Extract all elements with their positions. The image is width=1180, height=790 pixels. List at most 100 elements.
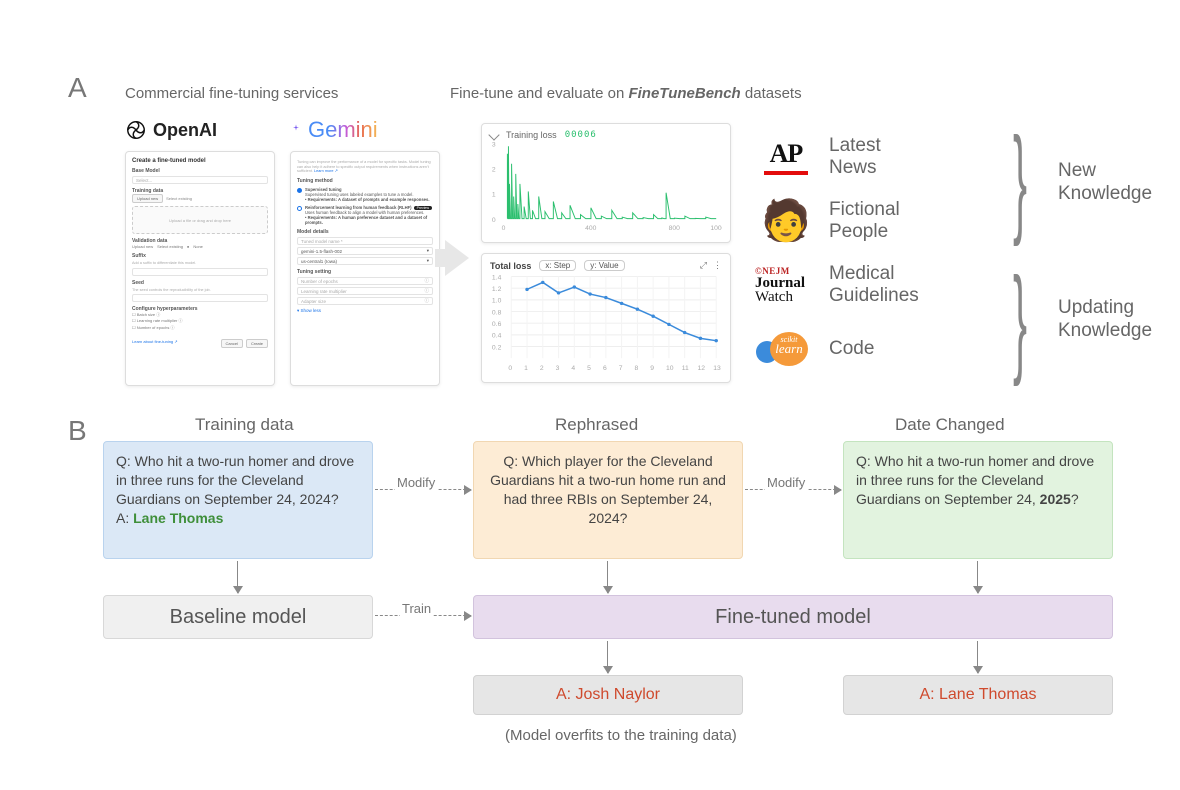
expand-icon[interactable]: ⤢	[700, 260, 707, 271]
panel-a: Commercial fine-tuning services Fine-tun…	[95, 75, 1105, 405]
svg-text:3: 3	[492, 142, 496, 149]
svg-text:11: 11	[682, 365, 689, 372]
openai-upload-new-tab[interactable]: Upload new	[132, 194, 163, 203]
chart-top-svg: 012304008001000	[490, 140, 722, 232]
overfit-footnote: (Model overfits to the training data)	[505, 727, 737, 744]
chart-top-title: Training loss	[506, 130, 557, 140]
openai-select-existing-tab[interactable]: Select existing	[166, 196, 192, 201]
dataset-fictional-people: 🧑 Fictional People	[755, 189, 1045, 253]
qa-rephrased: Q: Which player for the Cleveland Guardi…	[473, 441, 743, 559]
svg-text:7: 7	[619, 365, 623, 372]
arrow-down-2	[607, 561, 608, 593]
gemini-block: Gemini Tuning can improve the performanc…	[290, 115, 440, 386]
openai-create-button[interactable]: Create	[246, 339, 268, 348]
person-emoji-icon: 🧑	[761, 201, 811, 241]
baseline-model-box: Baseline model	[103, 595, 373, 639]
openai-suffix-input[interactable]	[132, 268, 268, 276]
hp-lr[interactable]: Learning rate multiplier	[137, 318, 178, 323]
answer-rephrased: A: Josh Naylor	[473, 675, 743, 715]
gemini-learn-more-link[interactable]: Learn more ↗	[314, 169, 338, 173]
dataset-medical-guidelines: ©NEJM Journal Watch Medical Guidelines	[755, 253, 1045, 317]
group-new-knowledge: New Knowledge	[1058, 160, 1152, 206]
qa-date-year: 2025	[1040, 491, 1071, 507]
arrow-down-3	[977, 561, 978, 593]
svg-text:1000: 1000	[710, 225, 722, 232]
arrow-modify-2-label: Modify	[765, 475, 807, 490]
gemini-details-label: Model details	[297, 229, 433, 235]
openai-base-model-label: Base Model	[132, 168, 268, 174]
openai-ui-card: Create a fine-tuned model Base Model Sel…	[125, 151, 275, 386]
openai-dropzone[interactable]: Upload a file or drag and drop here	[132, 206, 268, 234]
gemini-region-select[interactable]: us-central1 (Iowa)▾	[297, 257, 433, 265]
qa-rephrased-q: Q: Which player for the Cleveland Guardi…	[490, 453, 726, 526]
arrow-train-label: Train	[400, 601, 433, 616]
svg-text:5: 5	[587, 365, 591, 372]
gemini-name: Gemini	[308, 117, 378, 143]
panel-b: Training data Rephrased Date Changed Q: …	[75, 415, 1125, 755]
qa-date-changed: Q: Who hit a two-run homer and drove in …	[843, 441, 1113, 559]
sklearn-logo-icon: scikitlearn	[756, 329, 816, 369]
openai-val-select[interactable]: Select existing	[157, 244, 183, 249]
hp-epochs[interactable]: Number of epochs	[137, 325, 170, 330]
gemini-model-name-input[interactable]: Tuned model name *	[297, 237, 433, 245]
svg-text:6: 6	[603, 365, 607, 372]
svg-text:0.2: 0.2	[492, 344, 502, 351]
panel-a-label: A	[68, 72, 87, 104]
gemini-logo: Gemini	[290, 115, 440, 145]
dataset-code-label: Code	[829, 338, 874, 360]
openai-val-none[interactable]: None	[193, 244, 203, 249]
openai-suffix-label: Suffix	[132, 253, 268, 259]
svg-text:1: 1	[524, 365, 528, 372]
svg-text:1.0: 1.0	[492, 298, 502, 305]
svg-text:0: 0	[508, 365, 512, 372]
openai-name: OpenAI	[153, 120, 217, 141]
svg-text:2: 2	[492, 167, 496, 174]
qa-date-post: ?	[1071, 491, 1079, 507]
qa-training-q: Q: Who hit a two-run homer and drove in …	[116, 453, 354, 507]
hp-batch[interactable]: Batch size	[137, 312, 155, 317]
svg-text:1.2: 1.2	[492, 286, 502, 293]
radio-unselected-icon	[297, 206, 302, 211]
gemini-radio-rlhf[interactable]: Reinforcement learning from human feedba…	[297, 205, 433, 225]
openai-val-upload[interactable]: Upload new	[132, 244, 153, 249]
gemini-base-model-select[interactable]: gemini-1.5-flash-002▾	[297, 247, 433, 255]
gemini-radio-supervised[interactable]: Supervised tuningSupervised tuning uses …	[297, 187, 433, 202]
svg-text:9: 9	[650, 365, 654, 372]
arrow-modify-1-label: Modify	[395, 475, 437, 490]
svg-text:0.6: 0.6	[492, 321, 502, 328]
chart-bot-ytag: y: Value	[584, 260, 624, 271]
svg-text:3: 3	[556, 365, 560, 372]
dataset-medical-label: Medical Guidelines	[829, 263, 919, 307]
openai-seed-hint: The seed controls the reproducibility of…	[132, 288, 268, 293]
svg-text:10: 10	[666, 365, 674, 372]
openai-seed-input[interactable]	[132, 294, 268, 302]
arrow-right-icon	[445, 240, 469, 276]
gemini-show-less-link[interactable]: ▾ Show less	[297, 308, 433, 314]
chart-bot-svg: 0.20.40.60.81.01.21.4012345678910111213	[490, 271, 722, 373]
openai-card-title: Create a fine-tuned model	[132, 158, 268, 164]
openai-learn-link[interactable]: Learn about fine-tuning ↗	[132, 339, 178, 344]
brace-icon-2: }	[1013, 260, 1027, 380]
gemini-lr-input[interactable]: Learning rate multiplierⓘ	[297, 287, 433, 295]
chart-training-loss: Training loss 00006 012304008001000	[481, 123, 731, 243]
svg-text:0: 0	[492, 217, 496, 224]
dataset-latest-news-label: Latest News	[829, 135, 881, 179]
svg-text:4: 4	[571, 365, 575, 372]
group-updating-knowledge: Updating Knowledge	[1058, 297, 1152, 343]
arrow-down-4	[607, 641, 608, 673]
openai-cancel-button[interactable]: Cancel	[221, 339, 243, 348]
svg-text:400: 400	[585, 225, 597, 232]
more-icon[interactable]: ⋮	[713, 260, 722, 271]
gemini-spark-icon	[290, 124, 302, 136]
qa-training-a: Lane Thomas	[133, 510, 223, 526]
finetuned-model-box: Fine-tuned model	[473, 595, 1113, 639]
gemini-adapter-input[interactable]: Adapter sizeⓘ	[297, 297, 433, 305]
openai-knot-icon	[125, 119, 147, 141]
chevron-down-icon[interactable]	[488, 129, 499, 140]
svg-text:13: 13	[713, 365, 721, 372]
dataset-latest-news: AP Latest News	[755, 125, 1045, 189]
svg-text:1.4: 1.4	[492, 274, 502, 281]
openai-base-model-select[interactable]: Select...	[132, 176, 268, 184]
gemini-epochs-input[interactable]: Number of epochsⓘ	[297, 277, 433, 285]
gemini-method-label: Tuning method	[297, 178, 433, 184]
